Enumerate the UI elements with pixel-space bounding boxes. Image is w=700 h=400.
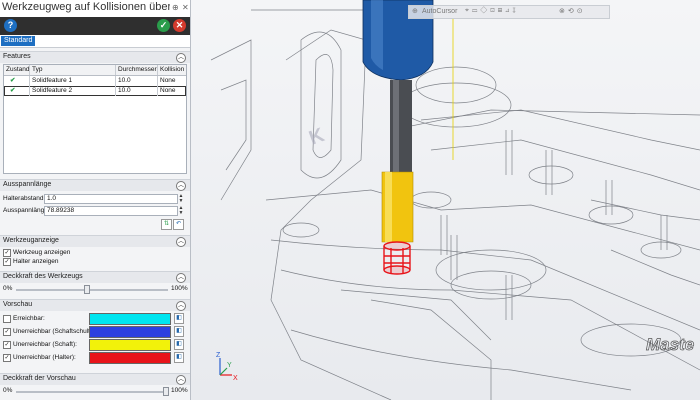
preview-label: Unerreichbar (Halter): [13,354,76,361]
tool-shaft-highlight [393,80,399,172]
features-section-header[interactable]: Features ︿ [0,51,190,63]
autocursor-label[interactable]: AutoCursor [422,8,457,15]
help-button[interactable]: ? [4,19,17,32]
preview-color-swatch[interactable] [89,352,171,364]
panel-titlebar: Werkzeugweg auf Kollisionen überprüf... … [0,0,190,18]
slider-min-label: 0% [3,285,13,292]
collapse-icon[interactable]: ︿ [176,53,186,63]
table-header-row: Zustand Typ Durchmesser Kollision [4,65,186,76]
halterabstand-label: Halterabstand: [3,195,46,202]
collapse-icon[interactable]: ︿ [176,375,186,385]
slider-min-label: 0% [3,387,13,394]
halterabstand-input[interactable]: 1.0 [44,194,178,204]
adjust-length-icon[interactable]: ⇅ [161,219,172,230]
halterabstand-spinner-icon[interactable]: ▲ ▼ [178,194,184,204]
deckkraft-werkzeug-title: Deckkraft des Werkzeugs [3,273,83,280]
color-picker-icon[interactable]: ◧ [174,352,184,363]
feature-diameter: 10.0 [116,76,158,86]
features-table: Zustand Typ Durchmesser Kollision ✔ Soli… [3,64,187,174]
preview-checkbox[interactable]: ✓ [3,354,11,362]
panel-toolbar: ? ✓ ✕ [0,17,190,35]
deckkraft-werkzeug-section-header[interactable]: Deckkraft des Werkzeugs ︿ [0,271,190,283]
check-icon: ✔ [4,86,30,96]
preview-checkbox[interactable]: ✓ [3,341,11,349]
column-header[interactable]: Typ [30,65,116,75]
tab-standard[interactable]: Standard [1,36,36,46]
feature-type: Solidfeature 1 [30,76,116,86]
feature-type: Solidfeature 2 [30,86,116,96]
preview-color-swatch[interactable] [89,326,171,338]
crosshair-icon[interactable]: ⊕ [412,7,418,15]
graphics-viewport[interactable]: Maste K Z X Y [191,0,700,400]
ausspannlaenge-section-header[interactable]: Ausspannlänge ︿ [0,179,190,191]
column-header[interactable]: Zustand [4,65,30,75]
show-tool-label: Werkzeug anzeigen [13,249,71,256]
ok-button[interactable]: ✓ [157,19,170,32]
ausspannlaenge-spinner-icon[interactable]: ▲ ▼ [178,206,184,216]
part-logo-text: Maste [646,335,694,354]
tool-opacity-slider[interactable] [16,289,168,291]
table-row[interactable]: ✔ Solidfeature 2 10.0 None [4,86,186,96]
tool-holder-highlight [371,0,383,70]
panel-title: Werkzeugweg auf Kollisionen überprüf... [2,1,170,13]
preview-opacity-slider[interactable] [16,391,168,393]
axis-x-label: X [233,375,238,382]
axis-triad: Z X Y [216,352,238,382]
show-holder-checkbox[interactable]: ✓ [3,258,11,266]
snap-tools-icon[interactable]: ⌖▭◇⊡⊞⊿↧ [465,7,519,15]
preview-label: Erreichbar: [13,315,45,322]
show-tool-checkbox[interactable]: ✓ [3,249,11,257]
cancel-button[interactable]: ✕ [173,19,186,32]
column-header[interactable]: Kollision [158,65,186,75]
preview-color-swatch[interactable] [89,313,171,325]
axis-z-label: Z [216,352,221,359]
ausspannlaenge-title: Ausspannlänge [3,181,52,188]
pin-icon[interactable]: ⊕ [172,3,179,12]
werkzeuganzeige-title: Werkzeuganzeige [3,237,59,244]
preview-opacity-slider-thumb[interactable] [163,387,169,396]
collapse-icon[interactable]: ︿ [176,237,186,247]
deckkraft-vorschau-section-header[interactable]: Deckkraft der Vorschau ︿ [0,373,190,385]
part-wireframe: Maste K Z X Y [210,0,700,400]
pick-length-icon[interactable]: ↶ [173,219,184,230]
column-header[interactable]: Durchmesser [116,65,158,75]
check-icon: ✔ [4,76,30,86]
preview-color-swatch[interactable] [89,339,171,351]
close-icon[interactable]: ✕ [182,3,189,12]
tool-opacity-slider-thumb[interactable] [83,285,90,294]
tab-bar: Standard [0,35,190,48]
feature-collision: None [160,77,176,84]
axis-y-label: Y [227,362,232,369]
operation-panel: Werkzeugweg auf Kollisionen überprüf... … [0,0,191,400]
werkzeuganzeige-section-header[interactable]: Werkzeuganzeige ︿ [0,235,190,247]
features-title: Features [3,53,31,60]
tool-cutter-collision [383,241,411,275]
deckkraft-vorschau-title: Deckkraft der Vorschau [3,375,76,382]
preview-label: Unerreichbar (Schaft): [13,341,77,348]
table-row[interactable]: ✔ Solidfeature 1 10.0 None [4,76,186,86]
preview-label: Unerreichbar (Schaftschulter): [13,328,100,335]
view-tools-icon[interactable]: ⊗⟲⊙ [559,7,586,15]
ausspannlaenge-label: Ausspannlänge: [3,207,50,214]
slider-max-label: 100% [171,387,188,394]
collapse-icon[interactable]: ︿ [176,301,186,311]
vorschau-section-header[interactable]: Vorschau ︿ [0,299,190,311]
vorschau-title: Vorschau [3,301,33,308]
color-picker-icon[interactable]: ◧ [174,339,184,350]
show-holder-label: Halter anzeigen [13,258,59,265]
feature-diameter: 10.0 [116,86,158,96]
preview-checkbox[interactable]: ✓ [3,328,11,336]
part-engraving: K [306,124,328,150]
color-picker-icon[interactable]: ◧ [174,326,184,337]
slider-max-label: 100% [171,285,188,292]
ausspannlaenge-input[interactable]: 78.89238 [44,206,178,216]
color-picker-icon[interactable]: ◧ [174,313,184,324]
collapse-icon[interactable]: ︿ [176,273,186,283]
preview-checkbox[interactable] [3,315,11,323]
tool-shaft-collision-highlight [385,172,392,242]
collapse-icon[interactable]: ︿ [176,181,186,191]
autocursor-toolbar: ⊕ AutoCursor ⌖▭◇⊡⊞⊿↧ ⊗⟲⊙ [408,5,610,19]
feature-collision: None [160,87,176,94]
